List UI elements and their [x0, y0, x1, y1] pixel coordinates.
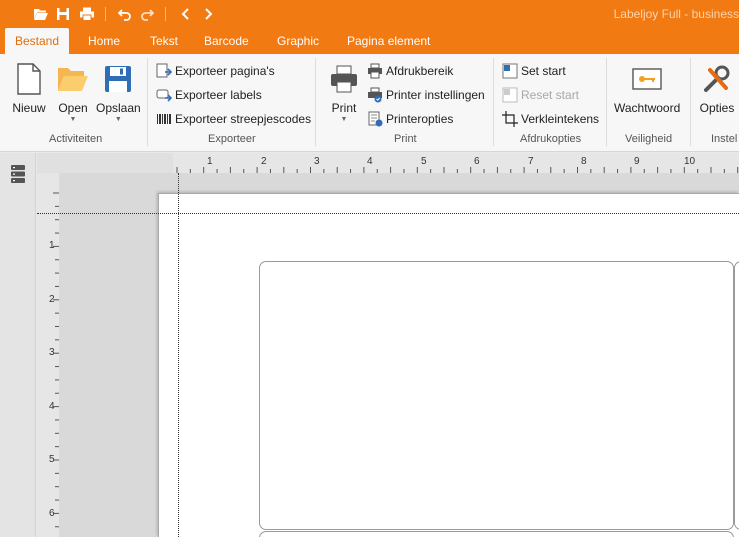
save-label: Opslaan [96, 101, 141, 115]
app-title: Labeljoy Full - business [613, 7, 739, 21]
set-start-label: Set start [521, 64, 566, 78]
tab-graphic[interactable]: Graphic [267, 28, 329, 54]
print-button[interactable]: Print ▼ [326, 60, 362, 123]
options-button[interactable]: Opties [699, 60, 735, 115]
guide-line-vertical[interactable] [178, 173, 179, 537]
print-range-label: Afdrukbereik [386, 64, 454, 78]
chevron-down-icon: ▼ [69, 116, 77, 123]
ribbon-tabs: Bestand Home Tekst Barcode Graphic Pagin… [0, 28, 739, 54]
title-bar: Labeljoy Full - business [0, 0, 739, 28]
export-pages-icon [156, 63, 172, 79]
label-cell[interactable] [734, 261, 739, 530]
back-icon[interactable] [176, 4, 196, 24]
group-label-afdrukopties: Afdrukopties [520, 133, 582, 145]
export-barcodes-label: Exporteer streepjescodes [175, 112, 312, 126]
export-labels-icon [156, 87, 172, 103]
printer-settings-label: Printer instellingen [386, 88, 485, 102]
tab-bestand[interactable]: Bestand [5, 28, 70, 54]
save-icon[interactable] [53, 4, 73, 24]
printer-options-button[interactable]: Printeropties [367, 109, 453, 129]
password-icon [629, 60, 665, 98]
undo-icon[interactable] [115, 4, 135, 24]
crop-marks-label: Verkleintekens [521, 112, 600, 126]
new-button[interactable]: Nieuw [11, 60, 47, 115]
floppy-icon [100, 60, 136, 98]
tab-tekst[interactable]: Tekst [140, 28, 188, 54]
layers-icon[interactable] [8, 163, 28, 185]
group-separator [690, 58, 691, 146]
export-labels-label: Exporteer labels [175, 88, 262, 102]
tab-pagina-element[interactable]: Pagina element [337, 28, 440, 54]
crop-marks-button[interactable]: Verkleintekens [502, 109, 599, 129]
app-window: Labeljoy Full - business Bestand Home Te… [0, 0, 739, 537]
open-label: Open [58, 101, 88, 115]
barcode-icon [156, 111, 172, 127]
reset-start-button[interactable]: Reset start [502, 85, 579, 105]
group-label-instellingen: Instel [711, 133, 738, 145]
options-label: Opties [699, 101, 735, 115]
label-cell[interactable] [259, 531, 734, 537]
printer-settings-icon [367, 87, 383, 103]
folder-icon [55, 60, 91, 98]
export-labels-button[interactable]: Exporteer labels [156, 85, 262, 105]
group-label-exporteer: Exporteer [208, 133, 256, 145]
group-label-veiligheid: Veiligheid [625, 133, 673, 145]
reset-start-label: Reset start [521, 88, 580, 102]
export-pages-button[interactable]: Exporteer pagina's [156, 61, 275, 81]
toolbar-separator [105, 7, 106, 21]
print-label: Print [331, 101, 357, 115]
export-pages-label: Exporteer pagina's [175, 64, 275, 78]
group-label-print: Print [394, 133, 417, 145]
print-range-icon [367, 63, 383, 79]
printer-options-label: Printeropties [386, 112, 454, 126]
printer-options-icon [367, 111, 383, 127]
redo-icon[interactable] [137, 4, 157, 24]
ribbon: Nieuw Open ▼ Opslaan ▼ Activiteiten Expo… [0, 54, 739, 152]
password-button[interactable]: Wachtwoord [614, 60, 680, 115]
open-button[interactable]: Open ▼ [55, 60, 91, 123]
set-start-button[interactable]: Set start [502, 61, 566, 81]
toolbar-separator [165, 7, 166, 21]
group-separator [315, 58, 316, 146]
group-separator [493, 58, 494, 146]
group-label-activiteiten: Activiteiten [49, 133, 103, 145]
group-separator [147, 58, 148, 146]
ruler-ticks [176, 167, 739, 173]
guide-line-horizontal[interactable] [37, 213, 739, 214]
group-separator [606, 58, 607, 146]
forward-icon[interactable] [198, 4, 218, 24]
print-icon[interactable] [77, 4, 97, 24]
password-label: Wachtwoord [614, 101, 681, 115]
tab-home[interactable]: Home [78, 28, 130, 54]
printer-settings-button[interactable]: Printer instellingen [367, 85, 485, 105]
save-button[interactable]: Opslaan ▼ [96, 60, 141, 123]
horizontal-ruler-active: 1 2 3 4 5 6 7 8 9 10 [173, 153, 739, 173]
new-label: Nieuw [12, 101, 46, 115]
set-start-icon [502, 63, 518, 79]
printer-icon [326, 60, 362, 98]
tools-icon [699, 60, 735, 98]
crop-marks-icon [502, 111, 518, 127]
ruler-ticks [53, 192, 59, 528]
chevron-down-icon: ▼ [114, 116, 122, 123]
left-sidebar [0, 153, 36, 537]
reset-start-icon [502, 87, 518, 103]
export-barcodes-button[interactable]: Exporteer streepjescodes [156, 109, 311, 129]
new-document-icon [11, 60, 47, 98]
vertical-ruler: 1 2 3 4 5 6 [37, 173, 59, 537]
tab-barcode[interactable]: Barcode [194, 28, 259, 54]
print-range-button[interactable]: Afdrukbereik [367, 61, 453, 81]
open-icon[interactable] [31, 4, 51, 24]
chevron-down-icon: ▼ [340, 116, 348, 123]
label-cell[interactable] [259, 261, 734, 530]
